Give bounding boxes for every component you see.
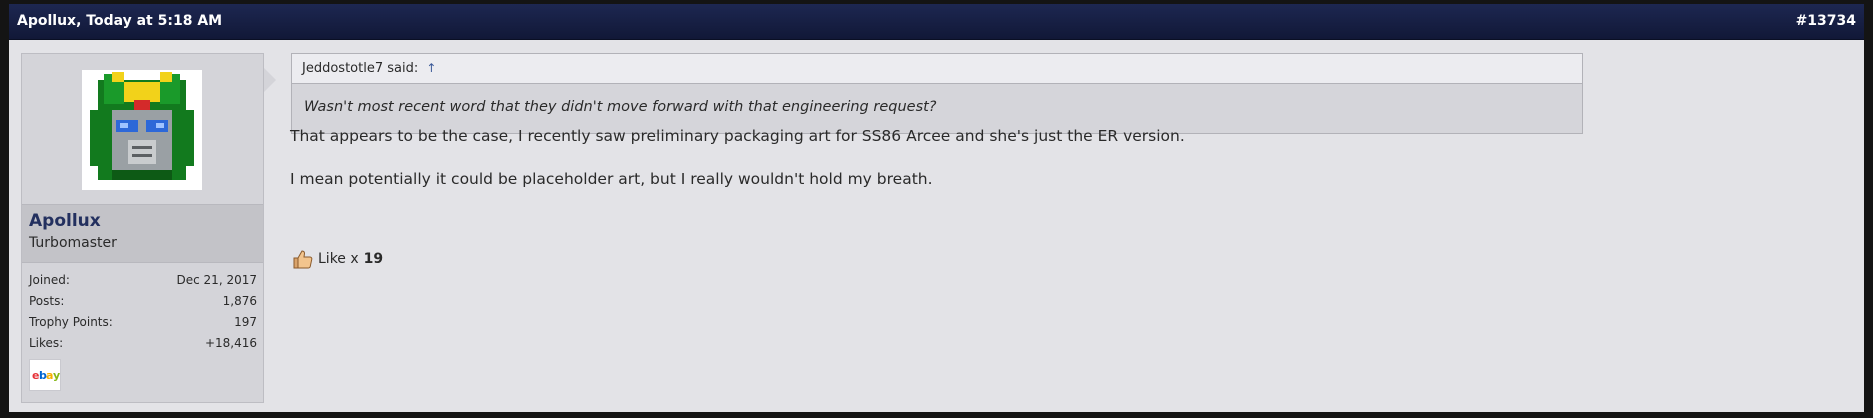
user-stats: Joined: Dec 21, 2017 Posts: 1,876 Trophy… <box>29 273 257 357</box>
avatar-image <box>82 70 202 190</box>
stat-label: Likes: <box>29 336 64 350</box>
like-count[interactable]: 19 <box>364 251 383 267</box>
stat-value: +18,416 <box>204 336 257 350</box>
like-label: Like x <box>318 251 359 267</box>
quote-jump-link[interactable]: ↑ <box>426 61 436 75</box>
user-title: Turbomaster <box>29 235 117 251</box>
stat-likes: Likes: +18,416 <box>29 336 257 357</box>
message-paragraph-1: That appears to be the case, I recently … <box>290 127 1185 145</box>
user-name-block: Apollux Turbomaster <box>22 204 263 263</box>
avatar[interactable] <box>82 70 202 190</box>
stat-trophy-points: Trophy Points: 197 <box>29 315 257 336</box>
post-permalink[interactable]: #13734 <box>1796 13 1856 29</box>
stat-label: Posts: <box>29 294 65 308</box>
quote-block: Jeddostotle7 said: ↑ Wasn't most recent … <box>291 53 1583 134</box>
post-header: Apollux, Today at 5:18 AM #13734 <box>9 4 1864 40</box>
stat-label: Joined: <box>29 273 70 287</box>
username-link[interactable]: Apollux <box>29 211 101 231</box>
stat-value-link[interactable]: 1,876 <box>223 294 257 315</box>
stat-value: Dec 21, 2017 <box>176 273 257 287</box>
like-summary: Like x 19 <box>292 247 383 271</box>
forum-post: Apollux, Today at 5:18 AM #13734 Apollux… <box>9 4 1864 412</box>
quote-author-text: Jeddostotle7 said: <box>302 61 419 76</box>
quote-attribution: Jeddostotle7 said: ↑ <box>292 54 1582 84</box>
quote-text: Wasn't most recent word that they didn't… <box>304 99 937 115</box>
post-author-date: Apollux, Today at 5:18 AM <box>17 13 223 29</box>
thumbs-up-icon[interactable] <box>292 248 314 270</box>
stat-value-link[interactable]: 197 <box>234 315 257 336</box>
user-info-panel: Apollux Turbomaster Joined: Dec 21, 2017… <box>21 53 276 403</box>
ebay-icon[interactable]: ebay <box>29 359 61 391</box>
stat-joined: Joined: Dec 21, 2017 <box>29 273 257 294</box>
stat-posts: Posts: 1,876 <box>29 294 257 315</box>
stat-label: Trophy Points: <box>29 315 113 329</box>
quote-author: Jeddostotle7 said: ↑ <box>302 61 436 76</box>
message-paragraph-2: I mean potentially it could be placehold… <box>290 170 933 188</box>
